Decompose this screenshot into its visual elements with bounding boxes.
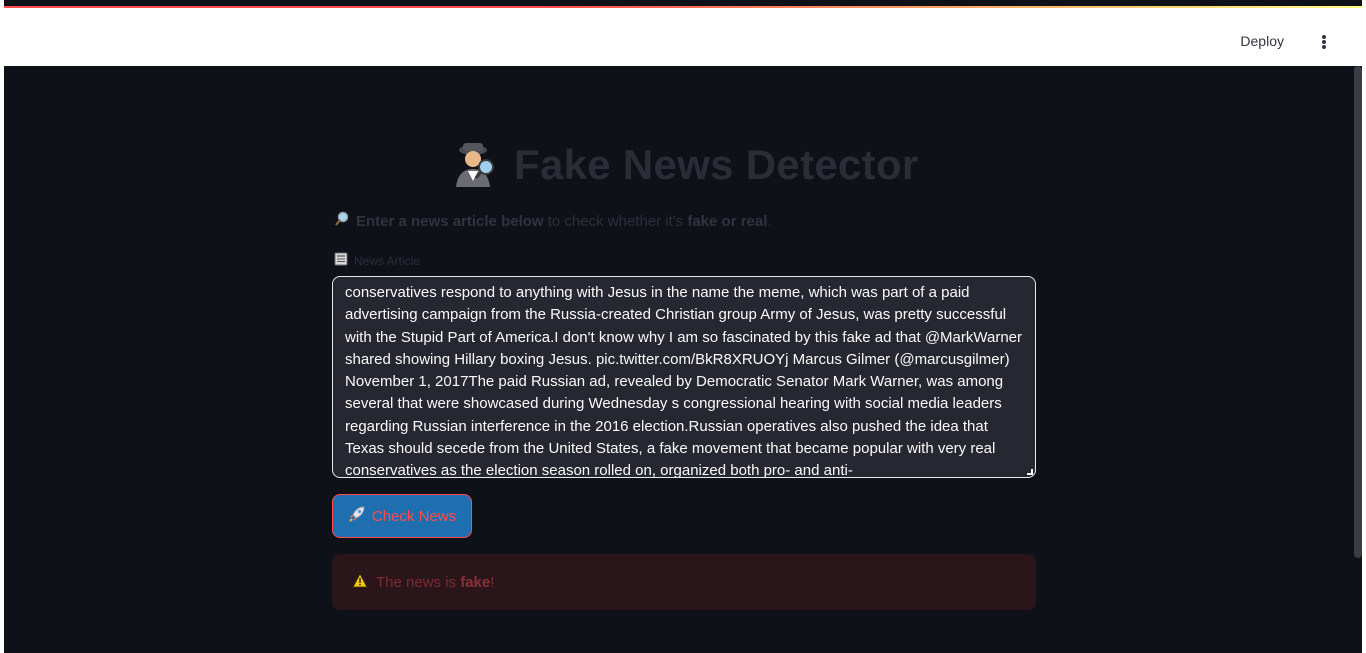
article-field-label: News Article bbox=[334, 252, 420, 269]
article-text[interactable]: conservatives respond to anything with J… bbox=[345, 282, 1023, 477]
instructions-end: . bbox=[767, 212, 772, 230]
result-prefix: The news is bbox=[376, 573, 461, 591]
kebab-menu-icon[interactable] bbox=[1320, 32, 1328, 52]
resize-handle-icon[interactable] bbox=[1027, 469, 1033, 475]
deploy-button[interactable]: Deploy bbox=[1240, 33, 1284, 49]
news-article-textarea[interactable]: conservatives respond to anything with J… bbox=[332, 276, 1036, 478]
instructions-bold-end: fake or real bbox=[687, 212, 768, 230]
check-news-label: Check News bbox=[371, 507, 457, 525]
app-frame: Deploy Fake News Detector Enter a news a… bbox=[4, 0, 1362, 653]
result-alert: The news is fake! bbox=[332, 554, 1036, 610]
article-label-text: News Article bbox=[354, 253, 421, 268]
scrollbar[interactable] bbox=[1354, 66, 1362, 558]
page-title: Fake News Detector bbox=[450, 140, 919, 190]
newspaper-icon bbox=[334, 252, 348, 269]
result-suffix: ! bbox=[490, 573, 495, 591]
instructions-bold: Enter a news article below bbox=[356, 212, 544, 230]
detective-icon bbox=[450, 141, 500, 189]
check-news-button[interactable]: Check News bbox=[332, 494, 472, 538]
instructions-text: Enter a news article below to check whet… bbox=[334, 211, 772, 231]
warning-icon bbox=[352, 572, 368, 592]
app-header: Deploy bbox=[4, 8, 1362, 66]
result-verdict: fake bbox=[460, 573, 491, 591]
magnifier-icon bbox=[334, 211, 350, 231]
title-text: Fake News Detector bbox=[514, 141, 919, 188]
rocket-icon bbox=[348, 505, 366, 527]
instructions-middle: to check whether it's bbox=[543, 212, 688, 230]
